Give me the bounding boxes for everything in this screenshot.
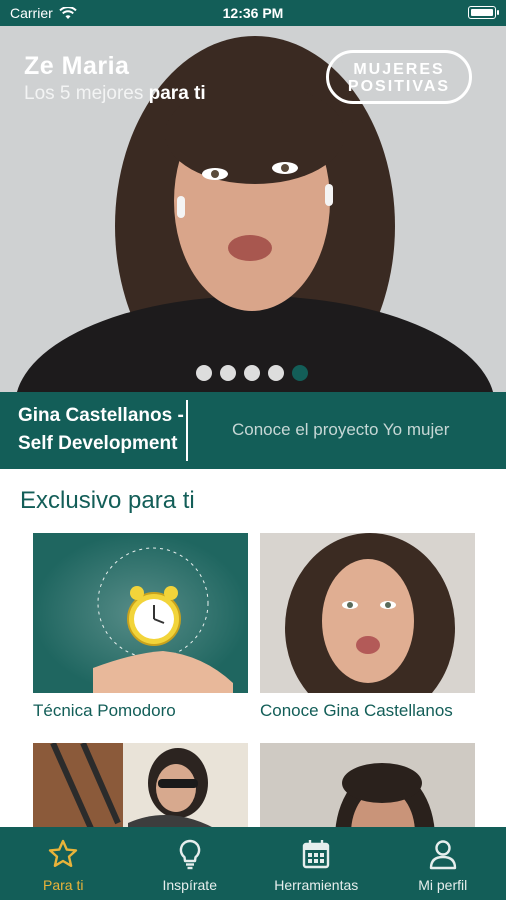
nav-item-inspirate[interactable]: Inspírate — [127, 827, 254, 900]
nav-label: Inspírate — [162, 877, 217, 893]
status-time: 12:36 PM — [222, 5, 284, 21]
nav-item-para-ti[interactable]: Para ti — [0, 827, 127, 900]
carousel-dot[interactable] — [268, 365, 284, 381]
content-card[interactable]: Conoce Gina Castellanos — [260, 533, 475, 721]
project-link[interactable]: Conoce el proyecto Yo mujer — [232, 420, 449, 440]
brand-logo-line2: POSITIVAS — [347, 78, 451, 95]
nav-item-herramientas[interactable]: Herramientas — [253, 827, 380, 900]
star-icon — [49, 839, 78, 867]
battery-icon — [468, 6, 499, 19]
hero-subtitle-bold: para ti — [148, 83, 206, 104]
card-image — [33, 533, 248, 693]
nav-item-mi-perfil[interactable]: Mi perfil — [380, 827, 506, 900]
band-divider — [186, 400, 188, 461]
hero-carousel[interactable]: Ze Maria Los 5 mejores para ti MUJERES P… — [0, 26, 506, 392]
hero-subtitle-light: Los 5 mejores — [24, 83, 144, 104]
carousel-dot[interactable] — [196, 365, 212, 381]
featured-title[interactable]: Gina Castellanos - Self Development — [18, 402, 186, 458]
card-image — [260, 533, 475, 693]
hero-name: Ze Maria — [24, 52, 130, 80]
brand-logo: MUJERES POSITIVAS — [326, 50, 472, 104]
featured-band: Gina Castellanos - Self Development Cono… — [0, 392, 506, 469]
status-bar: Carrier 12:36 PM — [0, 0, 506, 26]
carousel-dot[interactable] — [220, 365, 236, 381]
lightbulb-icon — [179, 839, 201, 870]
bottom-nav: Para ti Inspírate Herramientas Mi perfil — [0, 827, 506, 900]
person-icon — [429, 840, 456, 870]
calendar-icon — [303, 840, 330, 869]
carousel-dot-active[interactable] — [292, 365, 308, 381]
carousel-dots — [196, 365, 308, 381]
nav-label: Mi perfil — [418, 877, 468, 893]
hero-subtitle: Los 5 mejores para ti — [24, 83, 206, 105]
card-label: Conoce Gina Castellanos — [260, 701, 453, 720]
brand-logo-line1: MUJERES — [353, 61, 445, 78]
content-card[interactable]: Técnica Pomodoro — [33, 533, 248, 721]
card-label: Técnica Pomodoro — [33, 701, 176, 720]
nav-label: Herramientas — [274, 877, 359, 893]
nav-label: Para ti — [43, 877, 84, 893]
section-title: Exclusivo para ti — [20, 487, 195, 514]
carousel-dot[interactable] — [244, 365, 260, 381]
